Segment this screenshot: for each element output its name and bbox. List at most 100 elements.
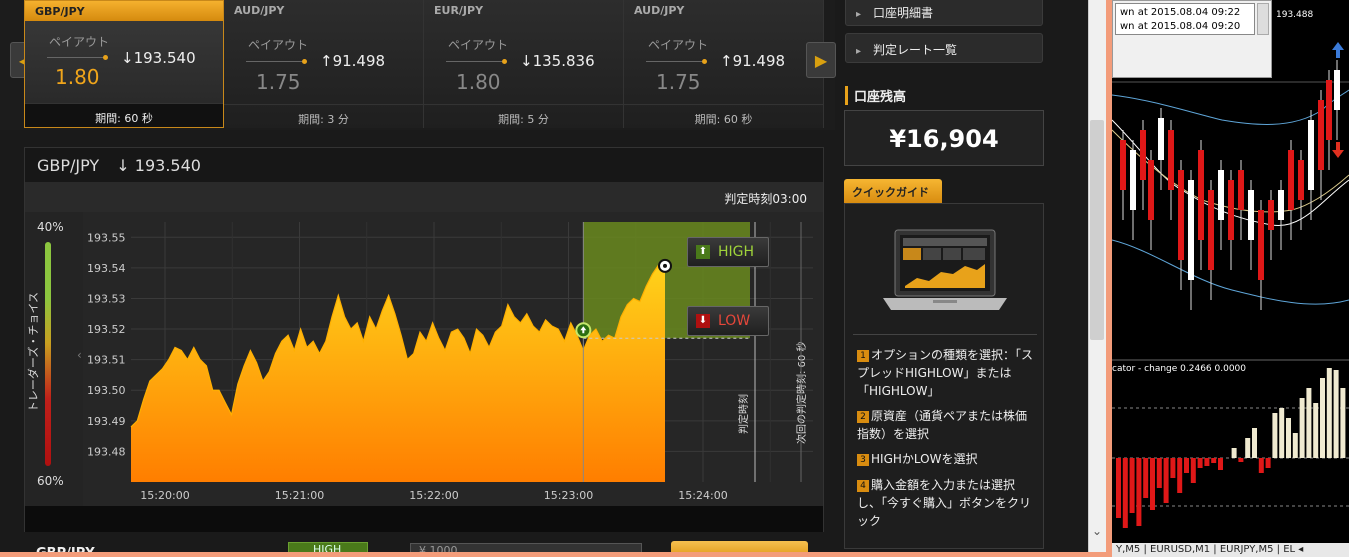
expiry-time-label: 判定時刻03:00: [724, 192, 807, 206]
step-number-badge: 4: [857, 480, 869, 492]
payout-value: 1.80: [55, 65, 100, 89]
candlestick: [1178, 170, 1184, 260]
rate-value: 193.540: [133, 49, 196, 67]
chart-footer-bar: [25, 506, 823, 532]
histogram-bar: [1184, 458, 1189, 473]
collapse-meter-icon[interactable]: ‹: [77, 348, 82, 362]
mt4-window: wn at 2015.08.04 09:22 wn at 2015.08.04 …: [1112, 0, 1349, 557]
low-button[interactable]: ⬇ LOW: [687, 306, 769, 336]
guide-step-1: 1 オプションの種類を選択：「スプレッドHIGHLOW」または「HIGHLOW」: [857, 346, 1037, 400]
guide-step-text: 原資産（通貨ペアまたは株価指数）を選択: [857, 409, 1028, 441]
histogram-bar: [1190, 458, 1196, 483]
payout-dot: [702, 59, 707, 64]
expiry-rate-list-button[interactable]: ▸ 判定レート一覧: [845, 33, 1043, 63]
histogram-bar: [1320, 378, 1325, 458]
guide-step-text: HIGHかLOWを選択: [871, 452, 978, 466]
histogram-bar: [1231, 448, 1237, 458]
histogram-bar: [1197, 458, 1203, 468]
y-tick-label: 193.54: [87, 262, 126, 275]
histogram-bar: [1279, 408, 1285, 458]
payout-label: ペイアウト: [248, 38, 309, 52]
asset-card-pair: AUD/JPY: [634, 4, 685, 17]
asset-card-pair: GBP/JPY: [25, 1, 223, 21]
candlestick: [1248, 190, 1254, 240]
x-tick-label: 15:20:00: [140, 489, 189, 502]
candlestick: [1140, 130, 1146, 180]
histogram-bar: [1129, 458, 1135, 513]
account-statement-button[interactable]: ▸ 口座明細書: [845, 0, 1043, 26]
y-tick-label: 193.48: [87, 445, 126, 458]
histogram-bar: [1156, 458, 1162, 488]
asset-card-gbpjpy[interactable]: GBP/JPY ペイアウト 1.80 ↓193.540 期間: 60 秒: [24, 0, 224, 128]
rate-direction-icon: ↑: [320, 52, 333, 70]
candlestick: [1148, 160, 1154, 220]
chart-pair: GBP/JPY: [37, 156, 100, 175]
candlestick: [1308, 120, 1314, 190]
asset-card-eurjpy[interactable]: EUR/JPY ペイアウト 1.80 ↓135.836 期間: 5 分: [424, 0, 624, 128]
rate-value: 135.836: [532, 52, 595, 70]
histogram-bar: [1286, 418, 1291, 458]
histogram-bar: [1313, 403, 1319, 458]
asset-card-audjpy-3m[interactable]: AUD/JPY ペイアウト 1.75 ↑91.498 期間: 3 分: [224, 0, 424, 128]
histogram-bar: [1163, 458, 1169, 503]
mt4-chart-tabs[interactable]: Y,M5 | EURUSD,M1 | EURJPY,M5 | EL ◂: [1112, 543, 1349, 557]
expiry-vertical-label: 判定時刻: [737, 394, 750, 434]
histogram-bar: [1245, 438, 1251, 458]
candlestick: [1158, 118, 1164, 160]
high-button[interactable]: ⬆ HIGH: [687, 237, 769, 267]
payout-label: ペイアウト: [648, 38, 709, 52]
low-arrow-icon: ⬇: [696, 314, 710, 328]
histogram-bar: [1306, 388, 1312, 458]
expiry-rate-list-label: 判定レート一覧: [873, 43, 958, 57]
histogram-bar: [1136, 458, 1142, 526]
meter-high-percent: 40%: [37, 220, 64, 234]
histogram-bar: [1252, 428, 1257, 458]
chevron-right-icon: ▸: [856, 46, 862, 57]
x-tick-label: 15:21:00: [275, 489, 324, 502]
candlestick: [1228, 180, 1234, 240]
candlestick: [1238, 170, 1244, 210]
scrollbar-thumb[interactable]: [1090, 120, 1104, 340]
x-tick-label: 15:22:00: [409, 489, 458, 502]
candlestick: [1208, 190, 1214, 270]
payout-label: ペイアウト: [448, 38, 509, 52]
rate-value: 91.498: [332, 52, 386, 70]
scroll-down-arrow-icon[interactable]: ⌄: [1090, 524, 1104, 538]
asset-card-audjpy-60s[interactable]: AUD/JPY ペイアウト 1.75 ↑91.498 期間: 60 秒: [624, 0, 824, 128]
chart-panel-header: GBP/JPY ↓ 193.540: [25, 148, 823, 182]
payout-divider: [47, 57, 105, 58]
period-label: 期間: 3 分: [224, 104, 423, 128]
candlestick: [1258, 210, 1264, 280]
asset-strip: ◀ GBP/JPY ペイアウト 1.80 ↓193.540 期間: 60 秒 A…: [0, 0, 836, 130]
laptop-illustration-icon: [883, 229, 1007, 310]
high-arrow-icon: ⬆: [696, 245, 710, 259]
quick-guide-tab[interactable]: クイックガイド: [844, 179, 942, 203]
x-tick-label: 15:23:00: [544, 489, 593, 502]
payout-value: 1.75: [256, 70, 301, 94]
candlestick: [1298, 160, 1304, 200]
candlestick: [1268, 200, 1274, 230]
histogram-bar: [1211, 458, 1217, 463]
period-label: 期間: 60 秒: [25, 103, 223, 127]
period-label: 期間: 60 秒: [624, 104, 823, 128]
payout-dot: [103, 55, 108, 60]
histogram-bar: [1150, 458, 1155, 510]
histogram-bar: [1292, 433, 1298, 458]
candlestick: [1120, 140, 1126, 190]
next-asset-arrow-icon[interactable]: ▶: [806, 42, 836, 78]
y-tick-label: 193.53: [87, 292, 126, 305]
window-border-bottom: [0, 552, 1112, 557]
histogram-bar: [1143, 458, 1149, 498]
asset-card-pair: AUD/JPY: [234, 4, 285, 17]
quick-guide-panel: 1 オプションの種類を選択：「スプレッドHIGHLOW」または「HIGHLOW」 …: [844, 203, 1044, 549]
rate-direction-icon: ↑: [720, 52, 733, 70]
candlestick: [1326, 80, 1332, 140]
chart-direction-icon: ↓: [116, 156, 130, 175]
payout-value: 1.75: [656, 70, 701, 94]
y-tick-label: 193.55: [87, 231, 126, 244]
guide-step-3: 3 HIGHかLOWを選択: [857, 450, 1037, 468]
rate-direction-icon: ↓: [520, 52, 533, 70]
candlestick: [1288, 150, 1294, 210]
mt4-candlestick-chart: [1112, 42, 1349, 528]
y-tick-label: 193.49: [87, 415, 126, 428]
